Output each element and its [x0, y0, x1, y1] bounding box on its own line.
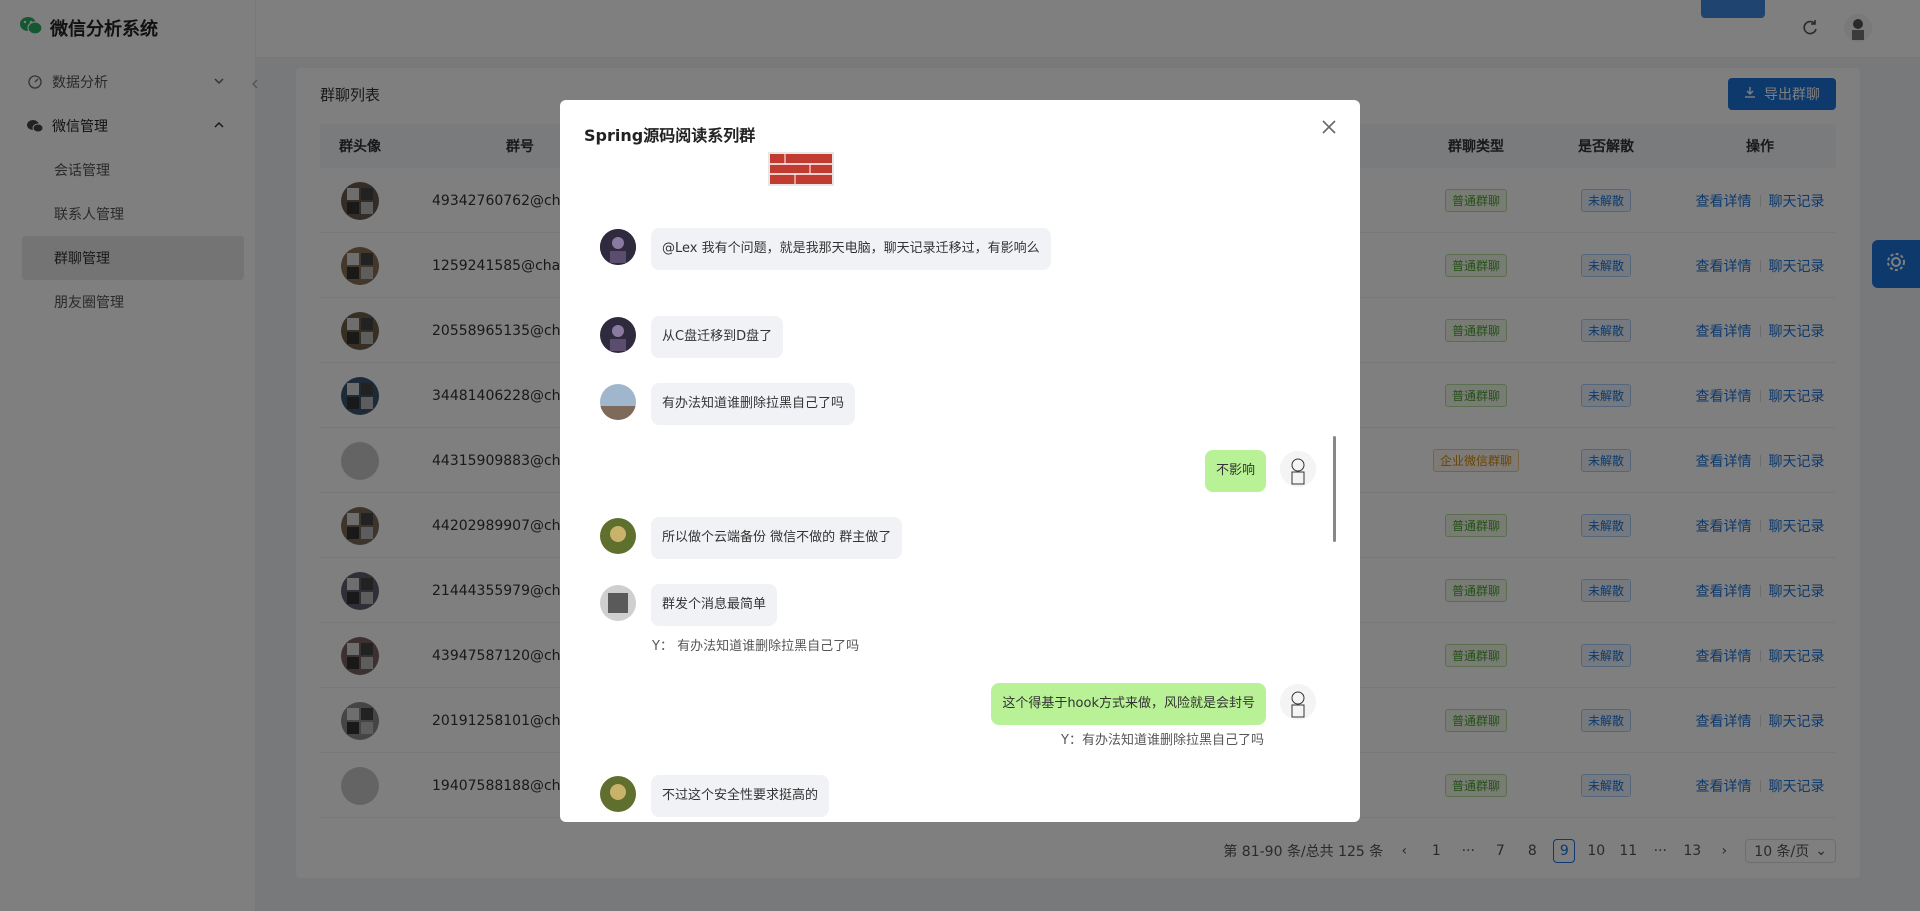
my-avatar[interactable] [1280, 451, 1316, 487]
message-bubble: @Lex 我有个问题，就是我那天电脑，聊天记录迁移过，有影响么 [651, 228, 1051, 270]
sender-avatar[interactable] [600, 384, 636, 420]
sender-avatar[interactable] [600, 317, 636, 353]
quoted-reply: Y：有办法知道谁删除拉黑自己了吗 [1061, 733, 1264, 748]
chat-history-modal: Spring源码阅读系列群 @Lex 我有个问题，就是我那天电脑，聊天记录迁移过… [560, 100, 1360, 822]
quoted-reply: Y： 有办法知道谁删除拉黑自己了吗 [652, 639, 860, 654]
message-bubble: 不过这个安全性要求挺高的 [651, 775, 830, 817]
sender-avatar[interactable] [600, 229, 636, 265]
shared-image[interactable] [768, 152, 834, 186]
my-message-bubble: 不影响 [1204, 450, 1266, 492]
message-bubble: 从C盘迁移到D盘了 [651, 316, 784, 358]
chat-messages[interactable]: @Lex 我有个问题，就是我那天电脑，聊天记录迁移过，有影响么 从C盘迁移到D盘… [560, 152, 1360, 822]
message-bubble: 群发个消息最简单 [651, 584, 778, 626]
close-icon[interactable] [1320, 118, 1340, 138]
chat-scrollbar[interactable] [1333, 436, 1336, 542]
sender-avatar[interactable] [600, 518, 636, 554]
message-bubble: 有办法知道谁删除拉黑自己了吗 [651, 383, 856, 425]
sender-avatar[interactable] [600, 776, 636, 812]
my-message-bubble: 这个得基于hook方式来做，风险就是会封号 [991, 683, 1266, 725]
sender-avatar[interactable] [600, 585, 636, 621]
modal-title: Spring源码阅读系列群 [584, 126, 756, 145]
my-avatar[interactable] [1280, 684, 1316, 720]
message-bubble: 所以做个云端备份 微信不做的 群主做了 [651, 517, 903, 559]
